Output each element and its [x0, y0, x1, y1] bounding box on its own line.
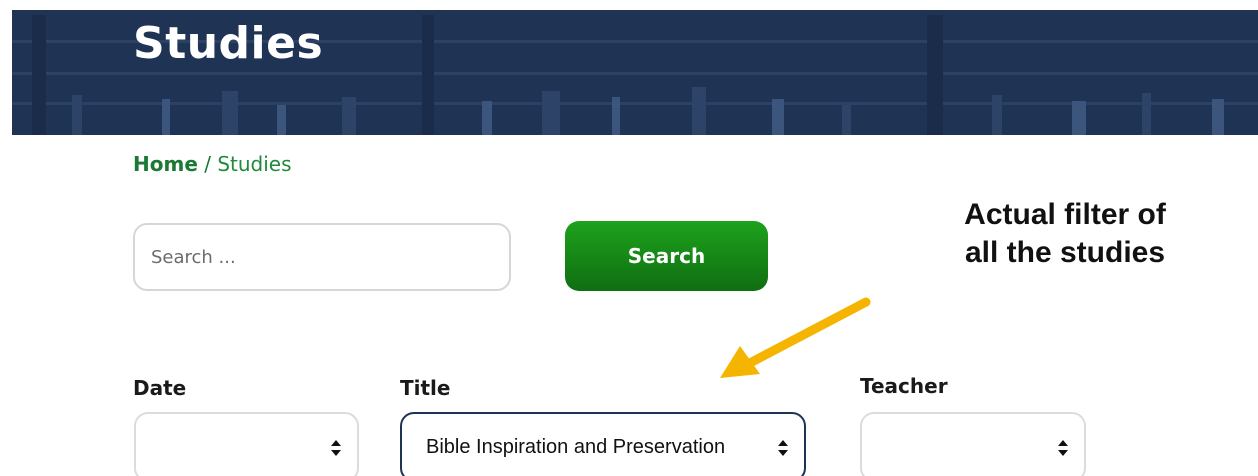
book-decoration: [772, 99, 784, 135]
book-decoration: [927, 15, 943, 135]
book-decoration: [482, 101, 492, 135]
book-decoration: [162, 99, 170, 135]
annotation-text: Actual filter of all the studies: [940, 196, 1190, 272]
breadcrumb-separator: /: [197, 152, 218, 176]
arrow-icon: [720, 297, 871, 378]
book-decoration: [612, 97, 620, 135]
breadcrumb: Home / Studies: [133, 152, 292, 176]
book-decoration: [1212, 99, 1224, 135]
date-filter-select[interactable]: [134, 412, 359, 476]
book-decoration: [222, 91, 238, 135]
breadcrumb-home-link[interactable]: Home: [133, 152, 198, 176]
search-input[interactable]: [133, 223, 511, 291]
teacher-filter-select[interactable]: [860, 412, 1086, 476]
breadcrumb-current: Studies: [217, 152, 292, 176]
book-decoration: [277, 105, 286, 135]
book-decoration: [542, 91, 560, 135]
hero-banner: Studies: [12, 10, 1258, 135]
page-title: Studies: [133, 18, 324, 69]
book-decoration: [692, 87, 706, 135]
annotation-line: all the studies: [964, 236, 1166, 269]
up-down-caret-icon: [331, 440, 341, 456]
book-decoration: [1072, 101, 1086, 135]
book-decoration: [342, 97, 356, 135]
book-decoration: [32, 15, 46, 135]
teacher-filter-label: Teacher: [860, 374, 948, 398]
annotation-line: Actual filter of: [964, 198, 1166, 231]
bookshelf-line: [12, 72, 1258, 75]
search-button[interactable]: Search: [565, 221, 768, 291]
book-decoration: [422, 15, 434, 135]
book-decoration: [842, 105, 851, 135]
up-down-caret-icon: [1058, 440, 1068, 456]
title-filter-value: Bible Inspiration and Preservation: [426, 436, 726, 458]
title-filter-select[interactable]: Bible Inspiration and Preservation: [400, 412, 806, 476]
book-decoration: [72, 95, 82, 135]
book-decoration: [992, 95, 1002, 135]
up-down-caret-icon: [778, 440, 788, 456]
title-filter-label: Title: [400, 376, 451, 400]
date-filter-label: Date: [133, 376, 187, 400]
book-decoration: [1142, 93, 1151, 135]
